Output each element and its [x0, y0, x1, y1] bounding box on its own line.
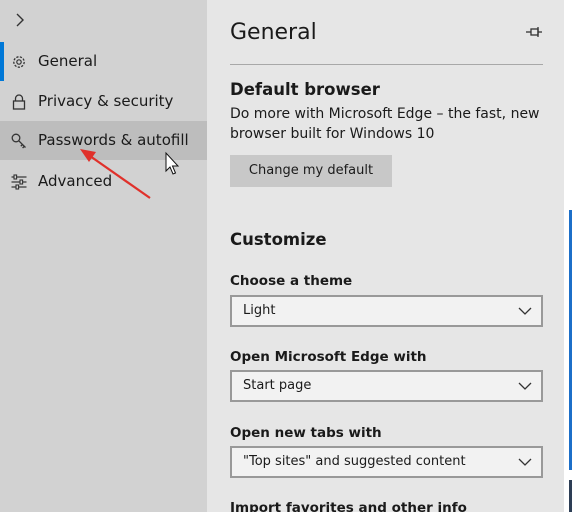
sliders-icon	[11, 174, 27, 190]
customize-heading: Customize	[230, 230, 327, 249]
gear-icon	[13, 56, 25, 68]
sidebar-item-general[interactable]: General	[0, 42, 207, 81]
settings-pane: General Default browser Do more with Mic…	[207, 0, 564, 512]
default-browser-description: Do more with Microsoft Edge – the fast, …	[230, 106, 540, 142]
sidebar-item-advanced[interactable]: Advanced	[0, 162, 207, 201]
page-title: General	[230, 20, 317, 45]
key-icon	[11, 133, 26, 149]
sidebar-item-label: Advanced	[38, 172, 113, 190]
chevron-right-icon[interactable]	[11, 11, 29, 29]
theme-select[interactable]: Light	[230, 295, 543, 327]
sidebar-item-passwords-autofill[interactable]: Passwords & autofill	[0, 121, 207, 160]
sidebar-item-label: Passwords & autofill	[38, 131, 189, 149]
new-tabs-select-value: "Top sites" and suggested content	[243, 454, 466, 469]
scrollbar-track[interactable]	[557, 0, 564, 512]
open-with-select-value: Start page	[243, 378, 312, 393]
theme-select-value: Light	[243, 303, 276, 318]
sidebar-item-label: General	[38, 52, 98, 70]
selected-indicator	[0, 42, 4, 81]
chevron-down-icon	[518, 458, 532, 466]
theme-label: Choose a theme	[230, 273, 353, 289]
new-tabs-select[interactable]: "Top sites" and suggested content	[230, 446, 543, 478]
chevron-down-icon	[518, 382, 532, 390]
default-browser-heading: Default browser	[230, 80, 380, 99]
lock-icon	[12, 94, 26, 110]
import-heading: Import favorites and other info	[230, 500, 467, 512]
new-tabs-label: Open new tabs with	[230, 425, 382, 441]
open-with-select[interactable]: Start page	[230, 370, 543, 402]
sidebar: General Privacy & security Passwords & a…	[0, 0, 207, 512]
sidebar-item-label: Privacy & security	[38, 92, 174, 110]
open-with-label: Open Microsoft Edge with	[230, 349, 427, 365]
sidebar-item-privacy-security[interactable]: Privacy & security	[0, 82, 207, 121]
pin-icon[interactable]	[525, 24, 543, 40]
window-edge	[564, 0, 572, 512]
change-default-button[interactable]: Change my default	[230, 155, 392, 187]
title-divider	[230, 64, 543, 65]
chevron-down-icon	[518, 307, 532, 315]
